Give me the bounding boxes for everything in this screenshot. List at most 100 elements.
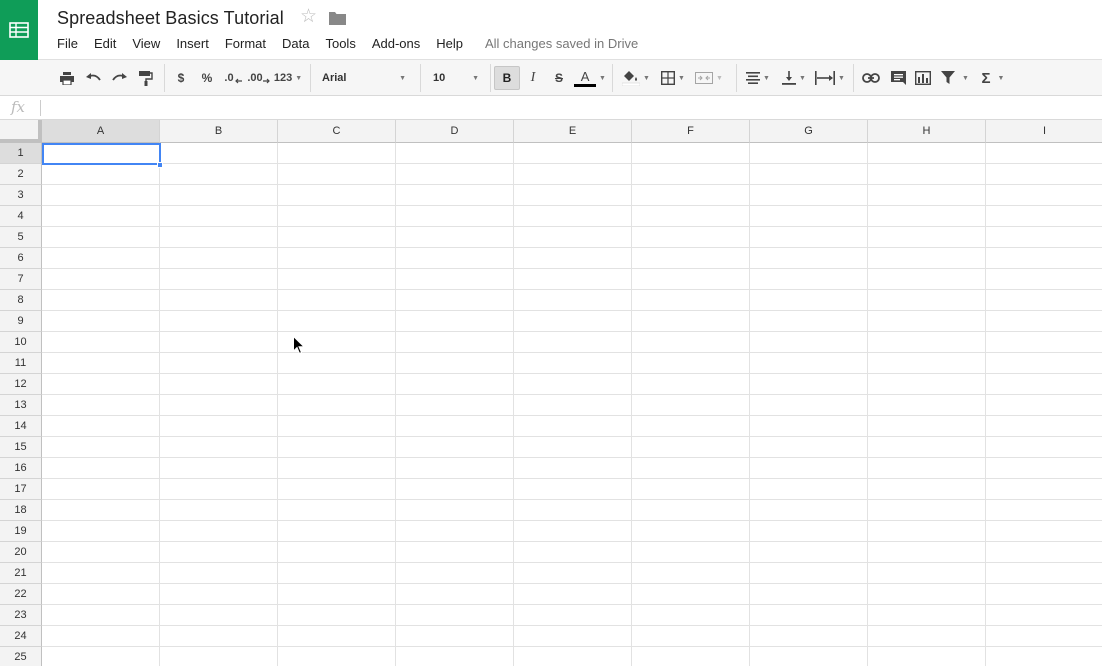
row-header-13[interactable]: 13	[0, 395, 42, 416]
font-family-value: Arial	[322, 72, 347, 84]
row-header-11[interactable]: 11	[0, 353, 42, 374]
column-header-a[interactable]: A	[42, 120, 160, 143]
insert-link-button[interactable]	[860, 66, 882, 90]
row-header-12[interactable]: 12	[0, 374, 42, 395]
arrow-right-icon	[262, 78, 270, 84]
redo-button[interactable]	[109, 66, 129, 90]
row-header-7[interactable]: 7	[0, 269, 42, 290]
more-formats-button[interactable]: 123 ▼	[273, 66, 303, 90]
row-header-20[interactable]: 20	[0, 542, 42, 563]
row-header-4[interactable]: 4	[0, 206, 42, 227]
vertical-align-button[interactable]: ▼	[778, 66, 810, 90]
save-status[interactable]: All changes saved in Drive	[471, 35, 638, 53]
row-header-15[interactable]: 15	[0, 437, 42, 458]
column-header-g[interactable]: G	[750, 120, 868, 143]
row-header-5[interactable]: 5	[0, 227, 42, 248]
italic-button[interactable]: I	[524, 66, 542, 90]
fill-color-button[interactable]: ▼	[620, 66, 652, 90]
menu-file[interactable]: File	[49, 35, 86, 53]
row-header-9[interactable]: 9	[0, 311, 42, 332]
arrow-left-icon	[234, 78, 242, 84]
active-cell-a1[interactable]	[42, 143, 161, 165]
currency-format-button[interactable]: $	[172, 66, 190, 90]
menu-view[interactable]: View	[124, 35, 168, 53]
row-header-2[interactable]: 2	[0, 164, 42, 185]
text-wrapping-button[interactable]: ▼	[813, 66, 847, 90]
undo-icon	[85, 73, 101, 81]
row-header-18[interactable]: 18	[0, 500, 42, 521]
menu-insert[interactable]: Insert	[168, 35, 217, 53]
row-header-6[interactable]: 6	[0, 248, 42, 269]
column-header-d[interactable]: D	[396, 120, 514, 143]
increase-decimal-button[interactable]: .00	[247, 66, 271, 90]
text-color-button[interactable]: A ▼	[573, 66, 607, 90]
document-title[interactable]: Spreadsheet Basics Tutorial	[57, 8, 284, 29]
row-header-3[interactable]: 3	[0, 185, 42, 206]
formula-bar: fx	[0, 96, 1102, 120]
row-header-23[interactable]: 23	[0, 605, 42, 626]
insert-chart-button[interactable]	[912, 66, 934, 90]
folder-icon[interactable]	[329, 11, 346, 30]
row-header-19[interactable]: 19	[0, 521, 42, 542]
increase-decimal-label: .00	[247, 72, 263, 84]
print-icon	[60, 71, 74, 85]
column-header-h[interactable]: H	[868, 120, 986, 143]
print-button[interactable]	[57, 66, 77, 90]
row-header-25[interactable]: 25	[0, 647, 42, 666]
insert-comment-button[interactable]	[888, 66, 908, 90]
menu-data[interactable]: Data	[274, 35, 317, 53]
row-header-17[interactable]: 17	[0, 479, 42, 500]
borders-button[interactable]: ▼	[658, 66, 688, 90]
more-formats-label: 123	[273, 72, 293, 84]
column-headers: ABCDEFGHI	[42, 120, 1102, 143]
fx-icon: fx	[11, 98, 26, 116]
toolbar-separator	[853, 64, 854, 92]
row-header-8[interactable]: 8	[0, 290, 42, 311]
font-family-select[interactable]: Arial ▼	[316, 66, 412, 90]
decrease-decimal-button[interactable]: .0	[222, 66, 244, 90]
menu-help[interactable]: Help	[428, 35, 471, 53]
select-all-corner[interactable]	[0, 120, 42, 143]
dropdown-arrow-icon: ▼	[599, 74, 606, 82]
menu-format[interactable]: Format	[217, 35, 274, 53]
row-header-1[interactable]: 1	[0, 143, 42, 164]
toolbar-separator	[310, 64, 311, 92]
column-header-f[interactable]: F	[632, 120, 750, 143]
align-center-icon	[746, 72, 761, 84]
dropdown-arrow-icon: ▼	[997, 74, 1005, 82]
column-header-c[interactable]: C	[278, 120, 396, 143]
sigma-icon: Σ	[981, 69, 991, 87]
fill-handle[interactable]	[157, 162, 163, 168]
row-header-14[interactable]: 14	[0, 416, 42, 437]
row-header-24[interactable]: 24	[0, 626, 42, 647]
row-header-21[interactable]: 21	[0, 563, 42, 584]
row-header-10[interactable]: 10	[0, 332, 42, 353]
font-size-select[interactable]: 10 ▼	[427, 66, 485, 90]
functions-button[interactable]: Σ ▼	[978, 66, 1008, 90]
cell-area[interactable]	[42, 143, 1102, 666]
star-icon[interactable]: ☆	[300, 6, 317, 28]
bold-button[interactable]: B	[494, 66, 520, 90]
paint-roller-icon	[139, 70, 153, 86]
undo-button[interactable]	[83, 66, 103, 90]
paint-bucket-icon	[622, 71, 641, 86]
merge-cells-button[interactable]: ▼	[692, 66, 726, 90]
sheets-logo-icon[interactable]	[0, 0, 38, 60]
merge-cells-icon	[695, 72, 714, 84]
horizontal-align-button[interactable]: ▼	[742, 66, 774, 90]
paint-format-button[interactable]	[136, 66, 156, 90]
filter-button[interactable]: ▼	[938, 66, 972, 90]
decrease-decimal-label: .0	[224, 72, 234, 84]
column-header-i[interactable]: I	[986, 120, 1102, 143]
row-header-22[interactable]: 22	[0, 584, 42, 605]
strikethrough-button[interactable]: S	[550, 66, 568, 90]
row-header-16[interactable]: 16	[0, 458, 42, 479]
formula-input[interactable]	[46, 99, 1086, 117]
column-header-b[interactable]: B	[160, 120, 278, 143]
menu-add-ons[interactable]: Add-ons	[364, 35, 428, 53]
percent-format-button[interactable]: %	[198, 66, 216, 90]
menu-tools[interactable]: Tools	[317, 35, 363, 53]
column-header-e[interactable]: E	[514, 120, 632, 143]
text-color-icon: A	[574, 70, 597, 87]
menu-edit[interactable]: Edit	[86, 35, 124, 53]
